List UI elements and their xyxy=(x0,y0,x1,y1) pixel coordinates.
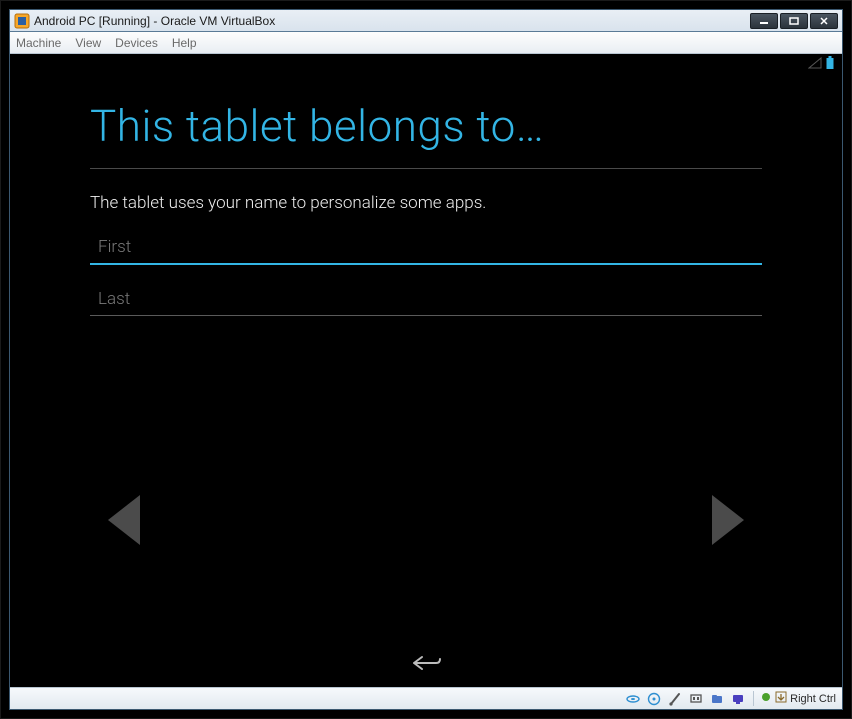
window-minimize-button[interactable] xyxy=(750,13,778,29)
virtualbox-statusbar: Right Ctrl xyxy=(10,687,842,709)
battery-icon xyxy=(826,56,834,75)
signal-icon xyxy=(808,56,822,74)
menu-machine[interactable]: Machine xyxy=(16,36,61,50)
back-arrow-button[interactable] xyxy=(100,491,144,553)
setup-heading: This tablet belongs to… xyxy=(90,100,762,169)
window-close-button[interactable] xyxy=(810,13,838,29)
last-name-input[interactable] xyxy=(90,283,762,316)
usb-icon[interactable] xyxy=(667,691,683,707)
window-maximize-button[interactable] xyxy=(780,13,808,29)
display-icon[interactable] xyxy=(730,691,746,707)
android-navbar xyxy=(10,643,842,687)
shared-folders-icon[interactable] xyxy=(709,691,725,707)
next-arrow-button[interactable] xyxy=(708,491,752,553)
network-icon[interactable] xyxy=(688,691,704,707)
menu-view[interactable]: View xyxy=(75,36,101,50)
android-statusbar xyxy=(10,54,842,76)
mouse-integration-icon xyxy=(760,691,772,706)
optical-disk-icon[interactable] xyxy=(646,691,662,707)
window-titlebar: Android PC [Running] - Oracle VM Virtual… xyxy=(10,10,842,32)
setup-description: The tablet uses your name to personalize… xyxy=(90,193,762,213)
hostkey-label: Right Ctrl xyxy=(790,693,836,705)
virtualbox-app-icon xyxy=(14,13,30,29)
hard-disk-icon[interactable] xyxy=(625,691,641,707)
first-name-input[interactable] xyxy=(90,231,762,265)
menubar: Machine View Devices Help xyxy=(10,32,842,54)
vm-display: This tablet belongs to… The tablet uses … xyxy=(10,54,842,687)
menu-devices[interactable]: Devices xyxy=(115,36,158,50)
window-title: Android PC [Running] - Oracle VM Virtual… xyxy=(34,14,750,28)
back-nav-icon[interactable] xyxy=(408,653,444,678)
menu-help[interactable]: Help xyxy=(172,36,197,50)
hostkey-arrow-icon xyxy=(775,691,787,706)
android-setup-screen: This tablet belongs to… The tablet uses … xyxy=(10,76,842,643)
